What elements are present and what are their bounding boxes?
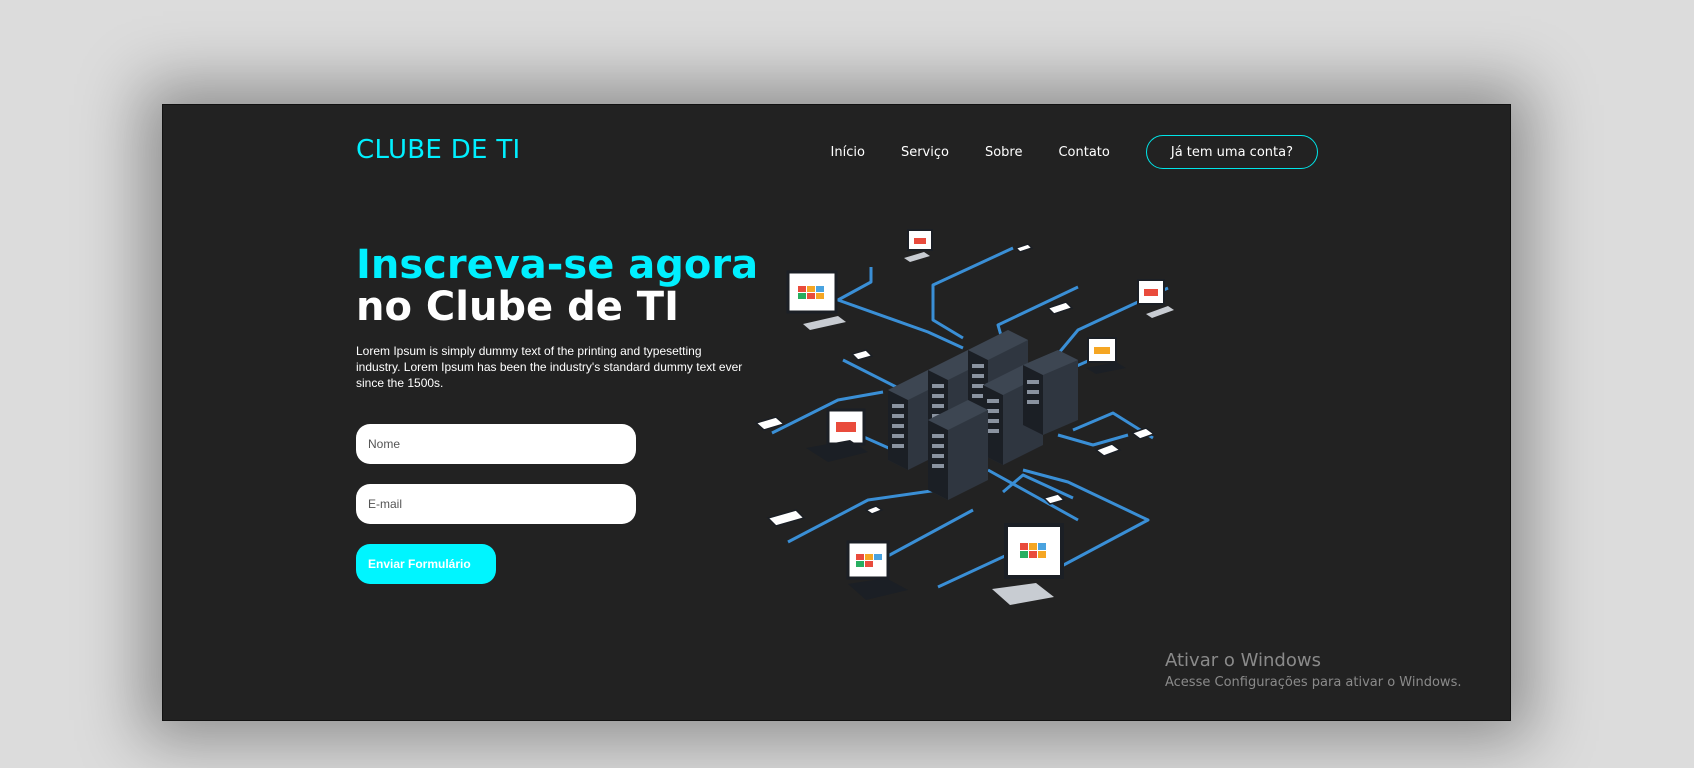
watermark-subtitle: Acesse Configurações para ativar o Windo… [1165,675,1462,690]
hero-description: Lorem Ipsum is simply dummy text of the … [356,344,743,390]
network-servers-icon [754,229,1174,605]
brand-logo[interactable]: CLUBE DE TI [356,135,520,165]
nav-link-inicio[interactable]: Início [831,145,865,160]
hero-title: Inscreva-se agora no Clube de TI [356,244,758,328]
nav-link-sobre[interactable]: Sobre [985,145,1023,160]
name-input[interactable] [356,424,636,464]
email-input[interactable] [356,484,636,524]
server-rack-icon [888,330,1078,500]
main-nav: Início Serviço Sobre Contato Já tem uma … [831,135,1318,169]
login-button[interactable]: Já tem uma conta? [1145,135,1318,169]
submit-button[interactable]: Enviar Formulário [356,544,496,584]
watermark-title: Ativar o Windows [1165,650,1321,671]
hero-title-line2: no Clube de TI [356,284,679,330]
nav-link-contato[interactable]: Contato [1058,145,1109,160]
windows-activation-watermark: Ativar o Windows Acesse Configurações pa… [1165,650,1461,690]
nav-link-servico[interactable]: Serviço [901,145,949,160]
hero-title-line1: Inscreva-se agora [356,242,759,288]
landing-page: CLUBE DE TI Início Serviço Sobre Contato… [162,104,1511,721]
